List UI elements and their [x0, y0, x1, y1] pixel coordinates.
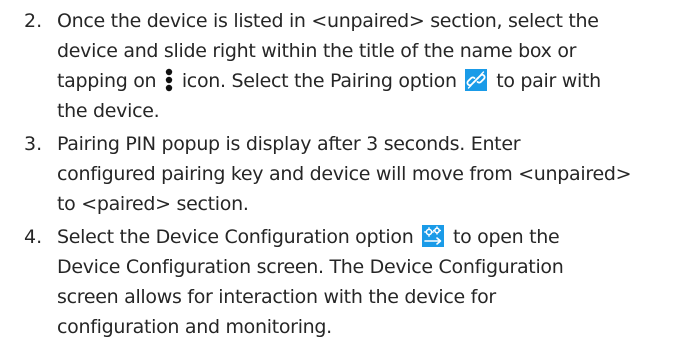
text-line: device and slide right within the title … — [57, 40, 577, 62]
text-line: the device. — [57, 100, 160, 122]
text-fragment: to open the — [452, 226, 560, 248]
text-fragment: icon. Select the Pairing option — [181, 70, 457, 92]
pairing-link-icon — [465, 69, 488, 91]
text-line: screen allows for interaction with the d… — [57, 286, 496, 308]
device-configuration-icon — [422, 225, 445, 247]
step-number: 3. — [24, 133, 43, 155]
text-line: Once the device is listed in <unpaired> … — [57, 10, 599, 32]
step-number: 4. — [24, 226, 43, 248]
text-line: configured pairing key and device will m… — [57, 163, 632, 185]
text-line: configuration and monitoring. — [57, 316, 332, 338]
text-line: to <paired> section. — [57, 193, 249, 215]
vertical-three-dots-icon — [165, 68, 173, 92]
text-line: Device Configuration screen. The Device … — [57, 256, 564, 278]
text-line-with-icons: tapping on icon. Select the Pairing opti… — [57, 66, 697, 96]
text-fragment: to pair with — [496, 70, 601, 92]
text-line-with-icon: Select the Device Configuration option t… — [57, 222, 697, 252]
text-fragment: Select the Device Configuration option — [57, 226, 414, 248]
text-fragment: tapping on — [57, 70, 157, 92]
step-text: Pairing PIN popup is display after 3 sec… — [57, 129, 697, 219]
step-number: 2. — [24, 10, 43, 32]
instruction-list: 2. Once the device is listed in <unpaire… — [0, 0, 697, 352]
step-text: Once the device is listed in <unpaired> … — [57, 6, 697, 126]
text-line: Pairing PIN popup is display after 3 sec… — [57, 133, 521, 155]
step-text: Select the Device Configuration option t… — [57, 222, 697, 342]
